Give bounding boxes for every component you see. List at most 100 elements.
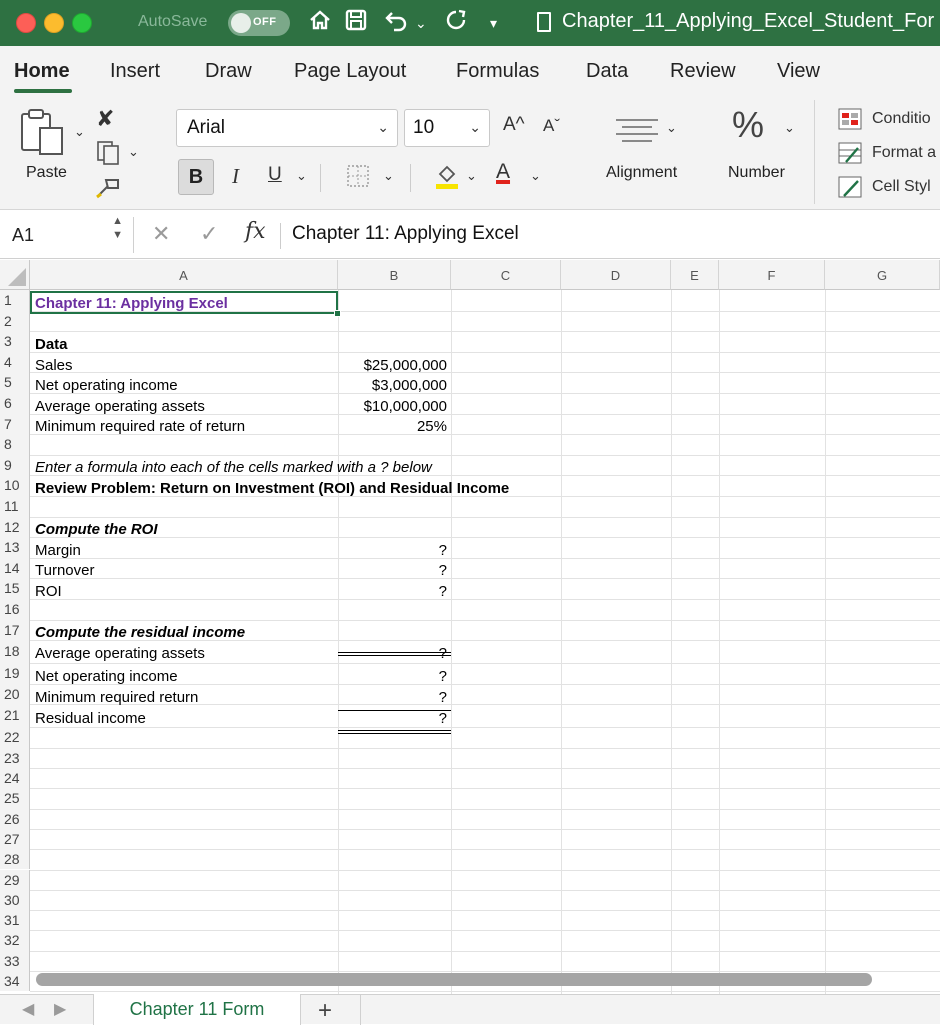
cell-a3[interactable]: Data [35, 336, 68, 353]
cell-a5[interactable]: Net operating income [35, 377, 178, 394]
undo-icon[interactable] [384, 8, 410, 38]
previous-sheet-icon[interactable]: ◀ [22, 999, 34, 1019]
row-header[interactable]: 18 [0, 640, 30, 664]
row-header[interactable]: 9 [0, 454, 30, 476]
row-header[interactable]: 17 [0, 619, 30, 641]
row-header[interactable]: 8 [0, 434, 30, 455]
column-header-c[interactable]: C [451, 260, 561, 290]
close-window-button[interactable] [16, 13, 36, 33]
font-color-dropdown-chevron-icon[interactable]: ⌄ [530, 168, 541, 184]
row-header[interactable]: 31 [0, 910, 30, 931]
font-size-select[interactable]: 10 ⌄ [404, 109, 490, 147]
number-format-icon[interactable]: % [732, 104, 764, 146]
row-header[interactable]: 32 [0, 930, 30, 951]
conditional-formatting-label[interactable]: Conditio [872, 110, 931, 128]
select-all-corner[interactable] [0, 260, 30, 290]
redo-icon[interactable] [444, 8, 468, 38]
tab-home[interactable]: Home [14, 60, 70, 83]
formula-input[interactable]: Chapter 11: Applying Excel [292, 223, 519, 245]
cell-a21[interactable]: Residual income [35, 710, 146, 727]
cell-b15[interactable]: ? [340, 583, 447, 600]
cell-a19[interactable]: Net operating income [35, 668, 178, 685]
cell-a13[interactable]: Margin [35, 542, 81, 559]
row-header[interactable]: 25 [0, 788, 30, 809]
column-header-b[interactable]: B [338, 260, 451, 290]
zoom-window-button[interactable] [72, 13, 92, 33]
tab-formulas[interactable]: Formulas [456, 60, 539, 83]
row-header[interactable]: 10 [0, 475, 30, 496]
undo-dropdown-chevron-icon[interactable]: ⌄ [415, 8, 427, 38]
column-header-f[interactable]: F [719, 260, 825, 290]
cell-b6[interactable]: $10,000,000 [340, 398, 447, 415]
row-header[interactable]: 3 [0, 331, 30, 352]
cell-a20[interactable]: Minimum required return [35, 689, 198, 706]
minimize-window-button[interactable] [44, 13, 64, 33]
autosave-toggle[interactable]: OFF [228, 10, 290, 36]
borders-icon[interactable] [346, 164, 370, 193]
paste-dropdown-chevron-icon[interactable]: ⌄ [74, 124, 85, 140]
grow-font-button[interactable]: A^ [503, 114, 525, 136]
cell-a14[interactable]: Turnover [35, 562, 94, 579]
cell-a12[interactable]: Compute the ROI [35, 521, 158, 538]
font-name-select[interactable]: Arial ⌄ [176, 109, 398, 147]
copy-dropdown-chevron-icon[interactable]: ⌄ [128, 144, 139, 160]
row-header[interactable]: 29 [0, 869, 30, 890]
cell-b13[interactable]: ? [340, 542, 447, 559]
row-header[interactable]: 27 [0, 828, 30, 850]
row-header[interactable]: 12 [0, 516, 30, 538]
tab-insert[interactable]: Insert [110, 60, 160, 83]
alignment-icon[interactable] [614, 116, 660, 151]
cell-a18[interactable]: Average operating assets [35, 645, 205, 662]
cell-b4[interactable]: $25,000,000 [340, 357, 447, 374]
next-sheet-icon[interactable]: ▶ [54, 999, 66, 1019]
format-as-table-label[interactable]: Format a [872, 144, 936, 162]
cell-a6[interactable]: Average operating assets [35, 398, 205, 415]
row-header[interactable]: 13 [0, 537, 30, 558]
row-header[interactable]: 24 [0, 768, 30, 789]
customize-toolbar-icon[interactable]: ▾ [490, 8, 497, 38]
cancel-entry-icon[interactable]: ✕ [152, 221, 170, 247]
format-painter-icon[interactable] [94, 174, 124, 205]
row-header[interactable]: 4 [0, 351, 30, 373]
column-header-a[interactable]: A [30, 260, 338, 290]
row-header[interactable]: 6 [0, 393, 30, 414]
fill-handle[interactable] [334, 310, 341, 317]
cell-a15[interactable]: ROI [35, 583, 62, 600]
tab-data[interactable]: Data [586, 60, 628, 83]
cell-a10[interactable]: Review Problem: Return on Investment (RO… [35, 480, 509, 497]
row-header[interactable]: 2 [0, 310, 30, 332]
tab-page-layout[interactable]: Page Layout [294, 60, 406, 83]
row-header[interactable]: 1 [0, 290, 30, 311]
row-header[interactable]: 33 [0, 950, 30, 971]
cell-styles-label[interactable]: Cell Styl [872, 178, 931, 196]
add-sheet-button[interactable]: + [318, 997, 332, 1025]
borders-dropdown-chevron-icon[interactable]: ⌄ [383, 168, 394, 184]
cell-b5[interactable]: $3,000,000 [340, 377, 447, 394]
italic-button[interactable]: I [232, 164, 239, 189]
cell-a17[interactable]: Compute the residual income [35, 624, 245, 641]
row-header[interactable]: 15 [0, 578, 30, 599]
row-header[interactable]: 22 [0, 727, 30, 748]
conditional-formatting-icon[interactable] [838, 108, 862, 135]
tab-review[interactable]: Review [670, 60, 736, 83]
underline-dropdown-chevron-icon[interactable]: ⌄ [296, 168, 307, 184]
underline-button[interactable]: U [268, 164, 282, 186]
cell-b20[interactable]: ? [340, 689, 447, 706]
cut-icon[interactable]: ✘ [96, 106, 114, 132]
name-box-stepper-icon[interactable]: ▲ ▼ [112, 214, 123, 242]
paste-icon[interactable] [18, 106, 68, 163]
row-header[interactable]: 30 [0, 889, 30, 911]
cell-b7[interactable]: 25% [340, 418, 447, 435]
row-header[interactable]: 11 [0, 496, 30, 517]
cell-a9[interactable]: Enter a formula into each of the cells m… [35, 459, 432, 476]
row-header[interactable]: 16 [0, 599, 30, 620]
row-header[interactable]: 28 [0, 849, 30, 870]
cell-a4[interactable]: Sales [35, 357, 73, 374]
row-header[interactable]: 14 [0, 557, 30, 579]
column-header-d[interactable]: D [561, 260, 671, 290]
confirm-entry-icon[interactable]: ✓ [200, 221, 218, 247]
copy-icon[interactable] [96, 140, 120, 171]
home-icon[interactable] [308, 8, 332, 38]
tab-draw[interactable]: Draw [205, 60, 252, 83]
row-header[interactable]: 5 [0, 372, 30, 393]
